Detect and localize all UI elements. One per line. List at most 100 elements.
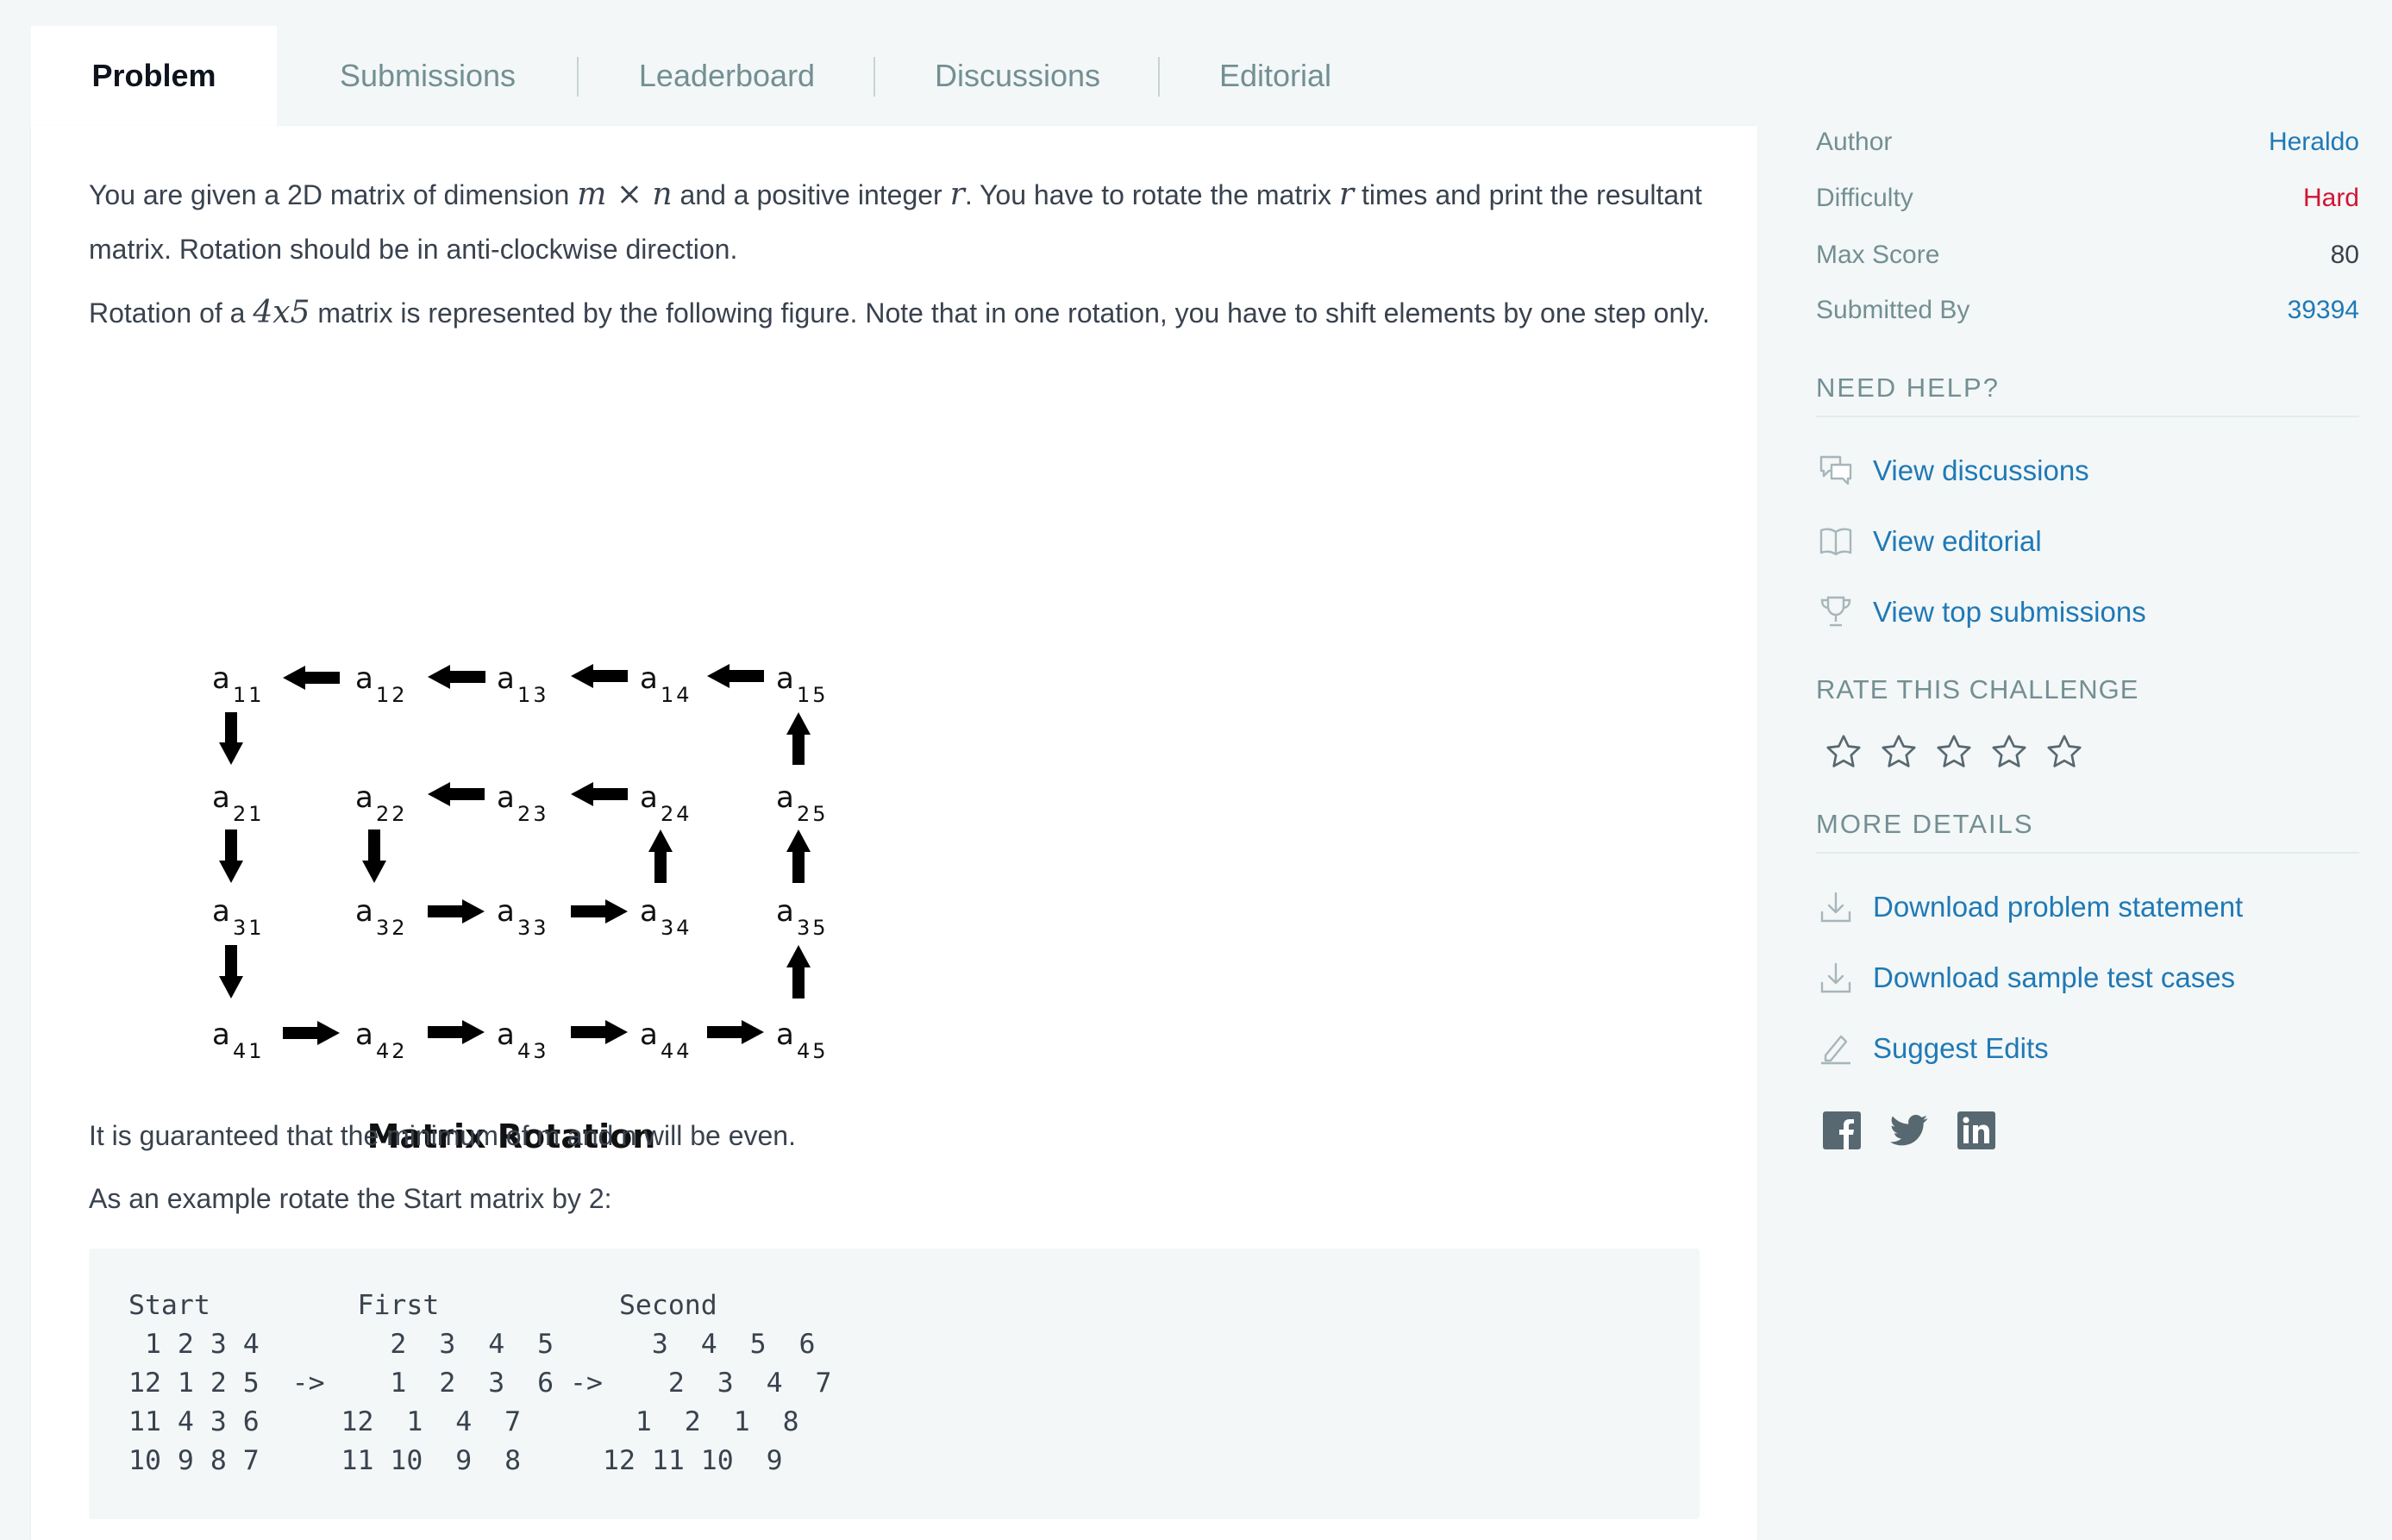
matrix-element-label: a	[497, 894, 515, 929]
text: . You have to rotate the matrix	[964, 179, 1339, 210]
problem-paragraph-2: Rotation of a 4x5 matrix is represented …	[89, 285, 1710, 341]
tab-discussions[interactable]: Discussions	[875, 26, 1160, 126]
matrix-element-label: a	[640, 661, 658, 696]
math-expression: r	[1338, 177, 1355, 212]
matrix-element-label: a	[776, 894, 794, 929]
matrix-element-label: a	[212, 780, 230, 815]
matrix-element-subscript: 43	[517, 1039, 549, 1063]
matrix-element-label: a	[355, 894, 373, 929]
linkedin-icon[interactable]	[1957, 1107, 2025, 1154]
matrix-element-label: a	[497, 661, 515, 696]
author-link[interactable]: Heraldo	[2269, 128, 2359, 157]
problem-paragraph-3: It is guaranteed that the minimum of m a…	[89, 1120, 796, 1151]
max-score-row: Max Score 80	[1816, 241, 2359, 279]
matrix-element-subscript: 14	[661, 683, 692, 707]
matrix-element-subscript: 21	[233, 802, 265, 826]
matrix-element-label: a	[640, 780, 658, 815]
matrix-element-label: a	[776, 1017, 794, 1052]
chat-icon	[1816, 451, 1856, 491]
rotation-arrow	[283, 1021, 340, 1045]
twitter-icon[interactable]	[1890, 1107, 1957, 1154]
matrix-element-subscript: 12	[376, 683, 408, 707]
problem-paragraph-1: You are given a 2D matrix of dimension m…	[89, 167, 1710, 277]
suggest-edits-link[interactable]: Suggest Edits	[1816, 1024, 2049, 1073]
link-label: View discussions	[1873, 454, 2089, 486]
text: Rotation of a	[89, 297, 254, 329]
tab-label: Discussions	[934, 58, 1101, 93]
tab-submissions[interactable]: Submissions	[277, 26, 579, 126]
matrix-element-label: a	[640, 894, 658, 929]
rotation-arrow	[571, 1020, 628, 1044]
rotation-arrow	[428, 899, 485, 923]
rotation-arrow	[362, 829, 386, 883]
rate-challenge-heading: RATE THIS CHALLENGE	[1816, 674, 2139, 704]
example-code-block: Start First Second 1 2 3 4 2 3 4 5 3 4 5…	[89, 1249, 1700, 1519]
meta-label: Author	[1816, 128, 1893, 156]
view-top-submissions-link[interactable]: View top submissions	[1816, 588, 2146, 636]
star-icon[interactable]	[1816, 724, 1871, 779]
text: matrix is represented by the following f…	[310, 297, 1710, 329]
matrix-element-subscript: 23	[517, 802, 549, 826]
star-icon[interactable]	[2037, 724, 2092, 779]
rotation-arrow	[428, 1020, 485, 1044]
submitted-by-link[interactable]: 39394	[2288, 296, 2359, 325]
need-help-heading: NEED HELP?	[1816, 372, 2359, 417]
rotation-arrow	[786, 945, 811, 998]
matrix-element-subscript: 41	[233, 1039, 265, 1063]
download-icon	[1816, 887, 1856, 927]
tab-problem[interactable]: Problem	[31, 26, 277, 126]
link-label: Suggest Edits	[1873, 1032, 2049, 1064]
matrix-element-subscript: 42	[376, 1039, 408, 1063]
tab-label: Leaderboard	[638, 58, 816, 93]
matrix-element-label: a	[497, 780, 515, 815]
example-code: Start First Second 1 2 3 4 2 3 4 5 3 4 5…	[128, 1290, 832, 1476]
meta-label: Submitted By	[1816, 296, 1970, 324]
link-label: Download problem statement	[1873, 891, 2244, 923]
matrix-element-subscript: 22	[376, 802, 408, 826]
star-icon[interactable]	[1871, 724, 1926, 779]
rotation-arrow	[786, 829, 811, 883]
matrix-element-subscript: 13	[517, 683, 549, 707]
trophy-icon	[1816, 592, 1856, 632]
problem-paragraph-4: As an example rotate the Start matrix by…	[89, 1183, 612, 1214]
rotation-arrow	[428, 665, 485, 689]
matrix-element-subscript: 33	[517, 916, 549, 940]
matrix-element-label: a	[640, 1017, 658, 1052]
star-icon[interactable]	[1926, 724, 1982, 779]
tab-bar: Problem Submissions Leaderboard Discussi…	[31, 26, 1391, 126]
tab-editorial[interactable]: Editorial	[1160, 26, 1391, 126]
rotation-arrow	[648, 829, 673, 883]
text: and a positive integer	[672, 179, 950, 210]
download-problem-statement-link[interactable]: Download problem statement	[1816, 883, 2243, 931]
matrix-element-subscript: 34	[661, 916, 692, 940]
download-sample-test-cases-link[interactable]: Download sample test cases	[1816, 954, 2235, 1002]
view-discussions-link[interactable]: View discussions	[1816, 447, 2089, 495]
matrix-element-subscript: 31	[233, 916, 265, 940]
difficulty-value: Hard	[2302, 184, 2359, 212]
meta-label: Difficulty	[1816, 184, 1913, 212]
rotation-arrow	[283, 666, 340, 690]
meta-label: Max Score	[1816, 241, 1940, 269]
math-expression: r	[949, 177, 965, 212]
matrix-element-label: a	[776, 661, 794, 696]
book-icon	[1816, 522, 1856, 561]
tab-label: Editorial	[1218, 58, 1332, 93]
matrix-element-subscript: 11	[233, 683, 265, 707]
rotation-arrow	[428, 782, 485, 806]
view-editorial-link[interactable]: View editorial	[1816, 517, 2042, 566]
rotation-arrow	[219, 829, 243, 883]
submitted-by-row: Submitted By 39394	[1816, 296, 2359, 334]
rotation-arrow	[571, 664, 628, 688]
math-expression: 4x5	[253, 295, 310, 330]
author-row: Author Heraldo	[1816, 128, 2359, 166]
star-icon[interactable]	[1982, 724, 2037, 779]
rotation-arrow	[571, 782, 628, 806]
tab-label: Submissions	[339, 58, 517, 93]
rotation-arrow	[707, 664, 764, 688]
more-details-heading: MORE DETAILS	[1816, 809, 2359, 854]
rotation-arrow	[707, 1020, 764, 1044]
max-score-value: 80	[2330, 241, 2359, 269]
tab-leaderboard[interactable]: Leaderboard	[579, 26, 875, 126]
facebook-icon[interactable]	[1823, 1107, 1890, 1154]
matrix-rotation-figure: Matrix Rotation a 11 a 12 a 13 a 14 a 15a 21 a 22 a 23…	[212, 661, 826, 1155]
